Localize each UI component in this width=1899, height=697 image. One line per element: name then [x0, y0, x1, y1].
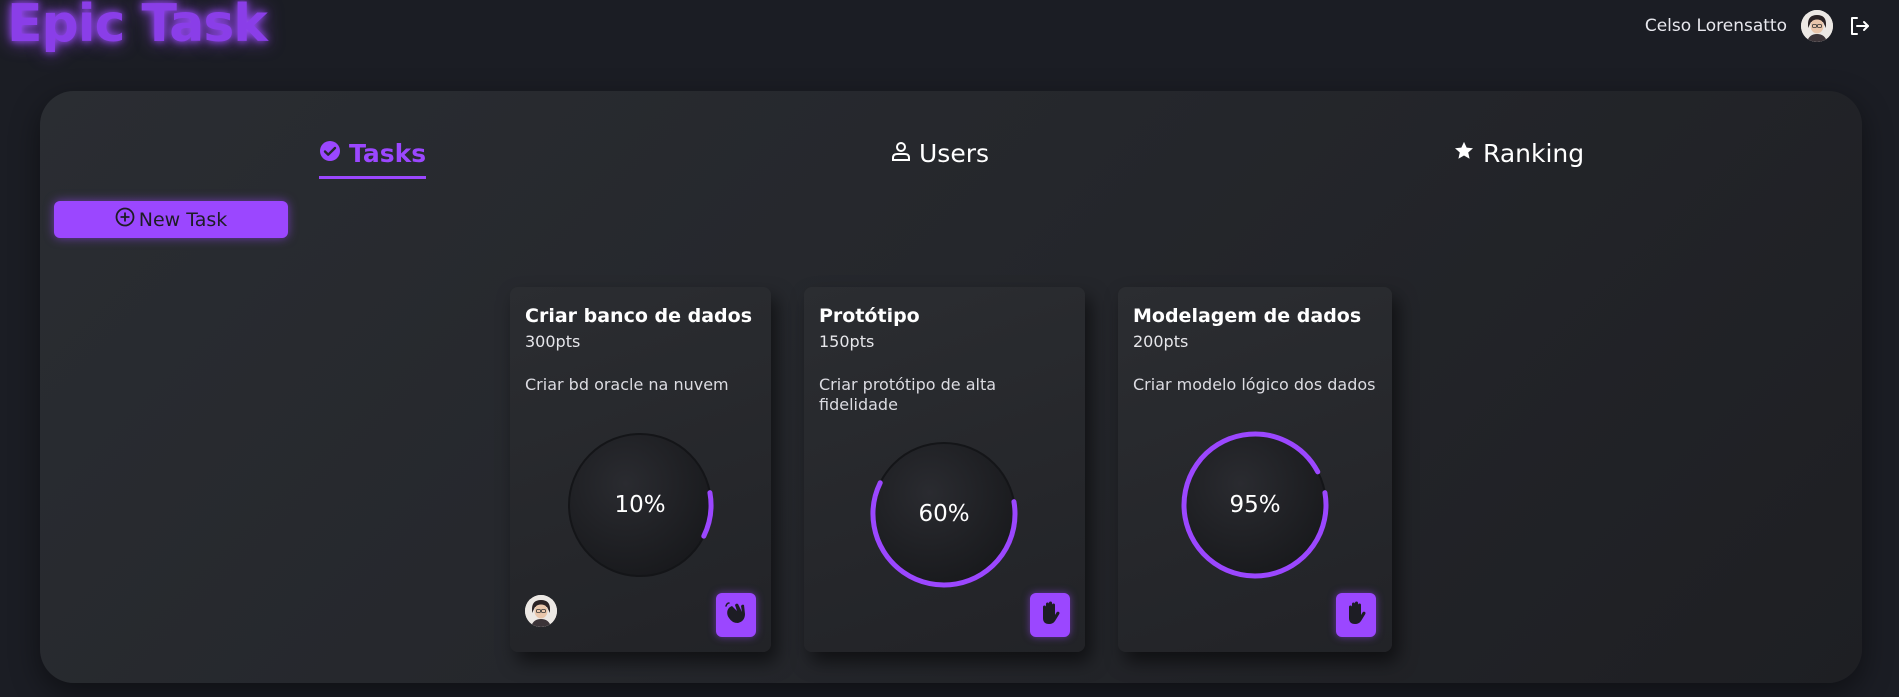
task-title: Protótipo [819, 305, 920, 327]
task-card[interactable]: Protótipo 150pts Criar protótipo de alta… [804, 287, 1085, 652]
task-card[interactable]: Modelagem de dados 200pts Criar modelo l… [1118, 287, 1392, 652]
tab-label: Ranking [1483, 139, 1585, 168]
task-description: Criar modelo lógico dos dados [1133, 375, 1376, 394]
progress-ring: 60% [869, 439, 1019, 589]
tab-label: Users [919, 139, 990, 168]
tab-label: Tasks [349, 139, 427, 168]
raised-hand-button[interactable] [1030, 593, 1070, 637]
task-description: Criar bd oracle na nuvem [525, 375, 729, 394]
progress-label: 60% [918, 501, 970, 527]
raised-hand-icon [1344, 600, 1368, 630]
progress-label: 10% [614, 492, 666, 518]
tab-tasks[interactable]: Tasks [319, 139, 427, 179]
task-title: Criar banco de dados [525, 305, 752, 327]
task-points: 200pts [1133, 332, 1189, 351]
app-root: Epic Task Celso Lorensatto Tasks Users R… [0, 0, 1899, 697]
plus-circle-icon [115, 207, 135, 232]
raised-hand-button[interactable] [1336, 593, 1376, 637]
task-title: Modelagem de dados [1133, 305, 1362, 327]
assignee-avatar [525, 595, 557, 627]
user-avatar[interactable] [1801, 10, 1833, 42]
raised-hand-icon [1038, 600, 1062, 630]
tab-ranking[interactable]: Ranking [1453, 139, 1584, 176]
new-task-label: New Task [138, 208, 228, 231]
tab-users[interactable]: Users [891, 139, 989, 176]
app-logo: Epic Task [7, 0, 268, 54]
user-area: Celso Lorensatto [1645, 10, 1871, 42]
progress-label: 95% [1229, 492, 1281, 518]
check-circle-icon [319, 139, 341, 168]
task-description: Criar protótipo de alta fidelidade [819, 375, 997, 414]
user-name: Celso Lorensatto [1644, 16, 1787, 36]
logout-icon[interactable] [1847, 14, 1871, 38]
task-card[interactable]: Criar banco de dados 300pts Criar bd ora… [510, 287, 771, 652]
task-points: 300pts [525, 332, 581, 351]
progress-ring: 10% [565, 430, 715, 580]
waving-hand-icon [723, 600, 749, 630]
progress-ring: 95% [1180, 430, 1330, 580]
task-points: 150pts [819, 332, 875, 351]
waving-hand-button[interactable] [716, 593, 756, 637]
main-panel: Tasks Users Ranking New Task Criar banco… [40, 91, 1862, 683]
star-icon [1453, 139, 1475, 168]
user-icon [891, 139, 911, 168]
new-task-button[interactable]: New Task [54, 201, 288, 238]
